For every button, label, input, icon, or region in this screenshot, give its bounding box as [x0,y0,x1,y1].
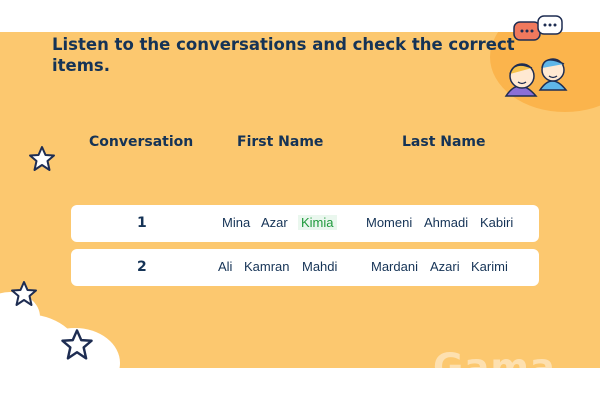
header-conversation: Conversation [89,134,194,150]
first-name-option-azar[interactable]: Azar [261,215,288,230]
conversation-number: 2 [137,259,147,275]
last-name-option-momeni[interactable]: Momeni [366,215,412,230]
header-last-name: Last Name [402,134,486,150]
last-name-option-karimi[interactable]: Karimi [471,259,508,274]
chat-people-icon [504,15,568,97]
star-icon [61,329,93,360]
star-icon [29,146,55,171]
first-name-option-kimia-selected[interactable]: Kimia [298,215,337,230]
conversation-row-2: 2 Ali Kamran Mahdi Mardani Azari Karimi [71,249,539,286]
first-name-option-mahdi[interactable]: Mahdi [302,259,337,274]
header-first-name: First Name [237,134,324,150]
first-name-option-ali[interactable]: Ali [218,259,232,274]
conversation-row-1: 1 Mina Azar Kimia Momeni Ahmadi Kabiri [71,205,539,242]
last-name-option-mardani[interactable]: Mardani [371,259,418,274]
conversation-number: 1 [137,215,147,231]
star-icon [11,281,37,306]
first-name-option-mina[interactable]: Mina [222,215,250,230]
instruction-title: Listen to the conversations and check th… [52,35,515,75]
last-name-option-ahmadi[interactable]: Ahmadi [424,215,468,230]
last-name-option-azari[interactable]: Azari [430,259,460,274]
watermark-logo: Gama [433,346,556,389]
last-name-option-kabiri[interactable]: Kabiri [480,215,513,230]
first-name-option-kamran[interactable]: Kamran [244,259,290,274]
